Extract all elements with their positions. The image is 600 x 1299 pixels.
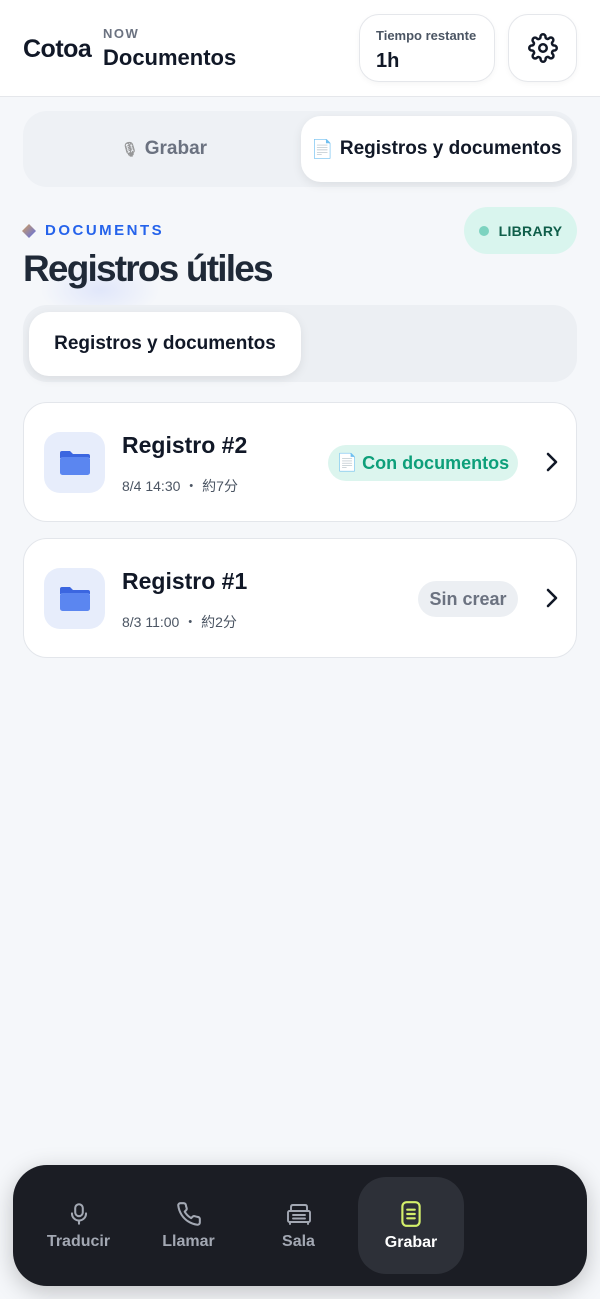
phone-icon — [176, 1201, 201, 1226]
document-icon — [401, 1200, 421, 1227]
section-title: Registros útiles — [23, 248, 274, 289]
folder-icon — [44, 568, 105, 629]
tab-grabar-label: Grabar — [144, 138, 208, 159]
section-eyebrow-label: DOCUMENTS — [45, 222, 165, 239]
status-dot — [478, 225, 489, 236]
tab-registros-documentos[interactable]: 📄 Registros y documentos — [301, 116, 572, 182]
status-badge: Sin crear — [418, 581, 518, 617]
status-badge-label: Con documentos — [362, 452, 510, 473]
gear-icon — [527, 33, 558, 63]
folder-icon — [44, 432, 105, 493]
nav-traducir-label: Traducir — [46, 1232, 111, 1250]
record-meta: 8/3 11:00 ・ 約2分 — [122, 614, 237, 630]
app-header: Cotoa NOW Documentos Tiempo restante 1h — [0, 0, 600, 97]
nav-sala-label: Sala — [282, 1232, 315, 1250]
section-eyebrow: DOCUMENTS — [21, 222, 164, 239]
nav-grabar[interactable]: Grabar — [358, 1177, 464, 1274]
nav-llamar[interactable]: Llamar — [141, 1177, 236, 1274]
records-filter: Registros y documentos — [23, 305, 577, 382]
library-badge-label: LIBRARY — [498, 222, 563, 239]
time-remaining-pill[interactable]: Tiempo restante 1h — [359, 14, 495, 82]
nav-grabar-label: Grabar — [384, 1233, 438, 1251]
nav-traducir[interactable]: Traducir — [31, 1177, 126, 1274]
library-badge: LIBRARY — [464, 207, 577, 254]
record-name: Registro #1 — [122, 568, 248, 594]
nav-llamar-label: Llamar — [162, 1232, 215, 1250]
status-badge: 📄 Con documentos — [328, 445, 518, 481]
chevron-right-icon — [546, 588, 558, 608]
tab-filter-registros[interactable]: Registros y documentos — [29, 312, 301, 376]
status-badge-label: Sin crear — [429, 588, 507, 609]
tab-grabar[interactable]: 🎙 Grabar — [29, 116, 299, 182]
document-icon: 📄 — [336, 453, 359, 472]
mode-switcher: 🎙 Grabar 📄 Registros y documentos — [23, 111, 577, 187]
app-screen: Cotoa NOW Documentos Tiempo restante 1h … — [0, 0, 600, 1299]
record-meta: 8/4 14:30 ・ 約7分 — [122, 478, 238, 494]
record-card[interactable]: Registro #1 8/3 11:00 ・ 約2分 Sin crear — [23, 538, 577, 658]
document-icon: 📄 — [311, 138, 334, 159]
now-label: NOW — [103, 26, 140, 41]
tab-registros-documentos-label: Registros y documentos — [339, 138, 562, 159]
brand-logo[interactable]: Cotoa — [23, 35, 92, 64]
record-name: Registro #2 — [122, 432, 248, 458]
bottom-nav: Traducir Llamar Sala Grabar — [13, 1165, 587, 1286]
chevron-right-icon — [546, 452, 558, 472]
nav-sala[interactable]: Sala — [251, 1177, 346, 1274]
room-icon — [286, 1203, 311, 1225]
record-card[interactable]: Registro #2 8/4 14:30 ・ 約7分 📄 Con docume… — [23, 402, 577, 522]
page-title: Documentos — [103, 45, 237, 70]
diamond-icon — [22, 223, 36, 238]
microphone-icon: 🎙 — [120, 140, 139, 157]
time-remaining-value: 1h — [376, 50, 400, 72]
time-remaining-label: Tiempo restante — [376, 28, 477, 43]
microphone-icon — [70, 1202, 87, 1225]
settings-button[interactable] — [508, 14, 577, 82]
